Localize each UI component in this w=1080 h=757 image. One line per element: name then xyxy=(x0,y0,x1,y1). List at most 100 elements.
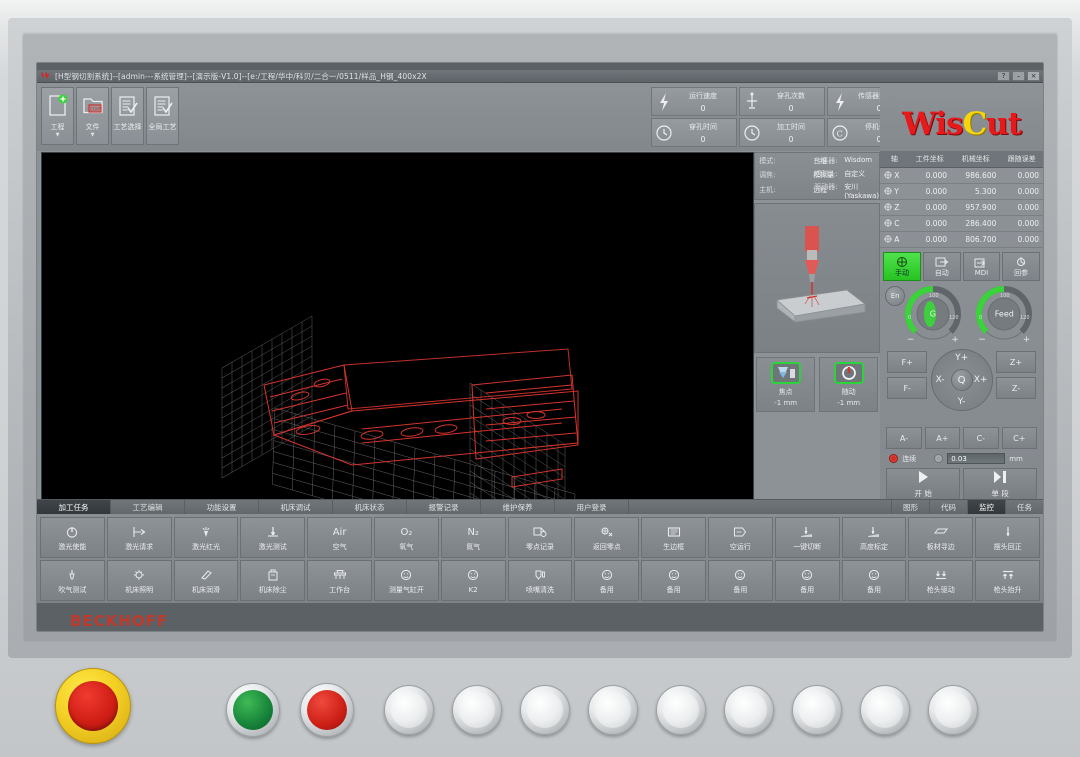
func-button-laser-test[interactable]: 激光测试 xyxy=(240,517,306,558)
func-button-cutoff[interactable]: 一键切断 xyxy=(774,517,840,558)
toolbar-button-file[interactable]: DXF 文件 ▼ xyxy=(76,87,109,145)
emergency-stop-button[interactable] xyxy=(55,668,131,744)
func-button-zero-record[interactable]: 零点记录 xyxy=(507,517,573,558)
blank-button-4[interactable] xyxy=(588,685,638,735)
func-button-lubrication[interactable]: 机床润滑 xyxy=(173,560,239,601)
tab-graphics[interactable]: 图形 xyxy=(891,500,929,514)
func-button-spare-4[interactable]: 备用 xyxy=(774,560,840,601)
continuous-mode-radio[interactable] xyxy=(889,454,899,463)
override-dials: 100 0 120 G − + 100 0 120 Feed − + xyxy=(883,285,1040,345)
feed-override-dial[interactable]: 100 0 120 Feed xyxy=(975,285,1033,343)
tab-machine-status[interactable]: 机床状态 xyxy=(333,500,407,514)
jog-button-c-minus[interactable]: C- xyxy=(963,427,999,449)
blank-button-8[interactable] xyxy=(860,685,910,735)
func-button-edge-find[interactable]: 板材寻边 xyxy=(908,517,974,558)
func-button-head-lift[interactable]: 枪头抬升 xyxy=(975,560,1040,601)
tab-monitor[interactable]: 监控 xyxy=(967,500,1005,514)
minimize-button[interactable]: – xyxy=(1012,71,1025,81)
step-mode-radio[interactable] xyxy=(934,454,944,463)
jog-dpad[interactable]: Y+ Y- X- X+ Q xyxy=(930,349,993,411)
graphics-viewport[interactable] xyxy=(41,152,755,500)
head-center-icon xyxy=(1001,525,1015,540)
func-button-k2[interactable]: K2 xyxy=(440,560,506,601)
func-button-dry-run[interactable]: 空运行 xyxy=(708,517,773,558)
func-button-spare-2[interactable]: 备用 xyxy=(641,560,706,601)
rapid-override-dial[interactable]: 100 0 120 G xyxy=(904,285,962,343)
blank-button-6[interactable] xyxy=(724,685,774,735)
jog-button-a-minus[interactable]: A- xyxy=(886,427,922,449)
blank-button-1[interactable] xyxy=(384,685,434,735)
func-button-height-calib[interactable]: 高度标定 xyxy=(841,517,907,558)
tab-code[interactable]: 代码 xyxy=(929,500,967,514)
func-button-machine-light[interactable]: 机床照明 xyxy=(106,560,172,601)
mode-label-return-ref: 回参 xyxy=(1014,268,1029,277)
blank-button-3[interactable] xyxy=(520,685,570,735)
func-label: 工作台 xyxy=(329,585,351,594)
blow-test-icon xyxy=(65,568,79,583)
func-button-blow-test[interactable]: 吹气测试 xyxy=(40,560,105,601)
blank-button-5[interactable] xyxy=(656,685,706,735)
jog-button-f-plus[interactable]: F+ xyxy=(887,351,928,373)
start-label: 开 始 xyxy=(914,488,932,498)
jog-button-f-minus[interactable]: F- xyxy=(887,377,928,399)
jog-button-z-minus[interactable]: Z- xyxy=(996,377,1036,399)
step-size-input[interactable]: 0.03 xyxy=(947,453,1006,464)
axis-name: Y xyxy=(894,187,899,196)
green-start-button[interactable] xyxy=(226,683,280,737)
mode-button-return-ref[interactable]: 回参 xyxy=(1002,252,1040,281)
toolbar-button-project[interactable]: 工程 ▼ xyxy=(41,87,74,145)
close-button[interactable]: × xyxy=(1027,71,1040,81)
tab-task[interactable]: 任务 xyxy=(1005,500,1043,514)
jog-button-c-plus[interactable]: C+ xyxy=(1001,427,1037,449)
tab-function-settings[interactable]: 功能设置 xyxy=(185,500,259,514)
jog-y-minus[interactable]: Y- xyxy=(958,397,966,407)
jog-x-plus[interactable]: X+ xyxy=(974,375,988,385)
start-button[interactable]: 开 始 xyxy=(886,468,961,500)
tab-maintenance[interactable]: 维护保养 xyxy=(481,500,555,514)
tab-machine-debug[interactable]: 机床调试 xyxy=(259,500,333,514)
blank-button-7[interactable] xyxy=(792,685,842,735)
jog-button-a-plus[interactable]: A+ xyxy=(924,427,961,449)
toolbar-button-global-process[interactable]: 全局工艺 xyxy=(146,87,179,145)
tab-machining-task[interactable]: 加工任务 xyxy=(37,500,111,514)
mode-button-auto[interactable]: 自动 xyxy=(922,252,961,281)
help-button[interactable]: ? xyxy=(997,71,1010,81)
blank-button-9[interactable] xyxy=(928,685,978,735)
mode-button-mdi[interactable]: MDI xyxy=(962,252,1001,281)
func-button-nitrogen[interactable]: N₂ 氮气 xyxy=(440,517,506,558)
follow-button[interactable]: 随动 -1 mm xyxy=(819,357,879,412)
func-label: 测量气缸开 xyxy=(388,585,424,594)
func-button-laser-enable[interactable]: 激光使能 xyxy=(40,517,105,558)
func-button-head-drive[interactable]: 枪头驱动 xyxy=(908,560,974,601)
mode-button-manual[interactable]: 手动 xyxy=(883,252,921,281)
focus-button[interactable]: 焦点 -1 mm xyxy=(756,357,816,412)
func-label: 机床润滑 xyxy=(191,585,220,594)
blank-button-2[interactable] xyxy=(452,685,502,735)
func-button-measure-cylinder[interactable]: 测量气缸开 xyxy=(374,560,439,601)
func-button-oxygen[interactable]: O₂ 氧气 xyxy=(374,517,439,558)
jog-button-z-plus[interactable]: Z+ xyxy=(996,351,1036,373)
tab-process-edit[interactable]: 工艺编辑 xyxy=(111,500,185,514)
func-button-return-zero[interactable]: 返回零点 xyxy=(574,517,640,558)
jog-y-plus[interactable]: Y+ xyxy=(955,353,968,363)
func-button-laser-request[interactable]: 激光请求 xyxy=(106,517,172,558)
red-stop-button[interactable] xyxy=(300,683,354,737)
func-button-worktable[interactable]: 工作台 xyxy=(307,560,372,601)
jog-x-minus[interactable]: X- xyxy=(936,375,945,385)
hand-manual-icon xyxy=(896,256,908,268)
toolbar-button-process-select[interactable]: 工艺选择 xyxy=(111,87,144,145)
func-button-spare-1[interactable]: 备用 xyxy=(574,560,640,601)
tab-alarm-log[interactable]: 报警记录 xyxy=(407,500,481,514)
func-button-spare-5[interactable]: 备用 xyxy=(841,560,907,601)
func-button-dust-removal[interactable]: 机床除尘 xyxy=(240,560,306,601)
func-button-red-beam[interactable]: 激光红光 xyxy=(173,517,239,558)
blank-cap xyxy=(867,692,903,728)
tab-user-login[interactable]: 用户登录 xyxy=(555,500,629,514)
func-button-head-center[interactable]: 摆头回正 xyxy=(975,517,1040,558)
func-button-spare-3[interactable]: 备用 xyxy=(708,560,773,601)
single-block-button[interactable]: 单 段 xyxy=(963,468,1037,500)
jog-center-q[interactable]: Q xyxy=(950,369,973,391)
func-button-air[interactable]: Air 空气 xyxy=(307,517,372,558)
func-button-frame[interactable]: 生边框 xyxy=(641,517,706,558)
func-button-nozzle-clean[interactable]: 喷嘴清洗 xyxy=(507,560,573,601)
